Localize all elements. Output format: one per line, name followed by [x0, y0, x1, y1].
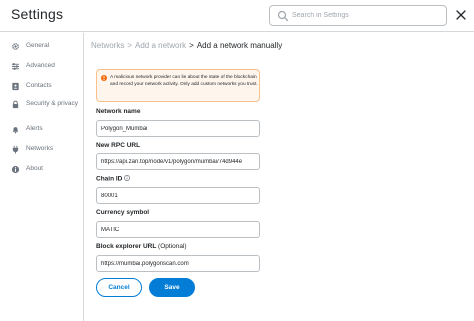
- block-explorer-label: Block explorer URL: [96, 243, 157, 250]
- rpc-url-label: New RPC URL: [96, 142, 141, 149]
- sidebar-item-label: About: [26, 165, 43, 172]
- breadcrumb-current: Add a network manually: [196, 41, 283, 50]
- search-box[interactable]: [269, 5, 447, 26]
- info-icon: [11, 165, 20, 174]
- breadcrumb-separator: >: [127, 41, 133, 50]
- currency-symbol-label: Currency symbol: [96, 209, 150, 216]
- breadcrumb-separator: >: [189, 41, 194, 50]
- sliders-icon: [11, 63, 20, 70]
- search-input[interactable]: [292, 8, 442, 23]
- breadcrumb-networks[interactable]: Networks: [91, 41, 124, 50]
- sidebar-item-label: Networks: [26, 145, 54, 152]
- sidebar: General Advanced Contacts Security & pri…: [0, 33, 84, 321]
- network-name-input[interactable]: [96, 120, 260, 137]
- sidebar-item-label: Contacts: [26, 82, 52, 89]
- warning-icon: [101, 75, 107, 81]
- warning-banner: A malicious network provider can lie abo…: [96, 69, 260, 102]
- currency-symbol-input[interactable]: [96, 221, 260, 238]
- block-explorer-label-row: Block explorer URL (Optional): [96, 243, 187, 250]
- info-icon[interactable]: [124, 175, 131, 181]
- network-name-label: Network name: [96, 108, 141, 115]
- chain-id-label: Chain ID: [96, 175, 123, 183]
- sidebar-item-label: General: [26, 42, 50, 49]
- search-icon: [277, 10, 289, 22]
- lock-icon: [12, 100, 19, 109]
- save-button[interactable]: Save: [149, 278, 195, 297]
- breadcrumb-add-network[interactable]: Add a network: [135, 41, 186, 50]
- sidebar-item-label: Alerts: [26, 125, 43, 132]
- breadcrumb: Networks > Add a network > Add a network man…: [91, 41, 282, 50]
- plug-icon: [12, 145, 19, 154]
- header: Settings: [0, 0, 474, 32]
- chain-id-label-row: Chain ID: [96, 175, 131, 183]
- cancel-button[interactable]: Cancel: [96, 278, 142, 297]
- chain-id-input[interactable]: [96, 187, 260, 204]
- page-title: Settings: [11, 6, 64, 22]
- address-book-icon: [12, 82, 19, 91]
- rpc-url-input[interactable]: [96, 153, 260, 170]
- gear-icon: [12, 43, 19, 50]
- sidebar-item-label: Security & privacy: [26, 100, 79, 107]
- warning-text: A malicious network provider can lie abo…: [110, 75, 258, 87]
- close-icon[interactable]: [455, 9, 467, 21]
- sidebar-item-label: Advanced: [26, 62, 55, 69]
- bell-icon: [12, 127, 19, 134]
- optional-tag: (Optional): [158, 243, 187, 250]
- block-explorer-input[interactable]: [96, 255, 260, 272]
